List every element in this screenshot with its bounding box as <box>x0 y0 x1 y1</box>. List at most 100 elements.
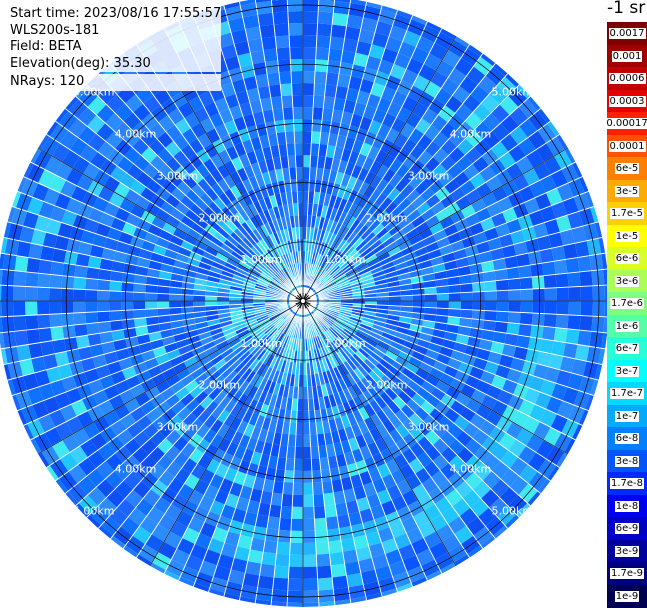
ray-cell <box>169 294 182 301</box>
ray-cell <box>303 566 318 579</box>
ray-cell <box>259 24 276 39</box>
ray-cell <box>579 270 593 287</box>
ray-cell <box>330 24 347 39</box>
ray-cell <box>25 271 39 288</box>
ray-cell <box>565 257 580 274</box>
ray-cell <box>257 575 274 590</box>
ray-cell <box>275 553 290 567</box>
ray-cell <box>314 71 327 85</box>
ray-cell <box>316 35 331 49</box>
ray-cell <box>272 11 289 25</box>
nrays-label: NRays: 120 <box>10 74 222 91</box>
ray-cell <box>49 313 63 328</box>
ray-cell <box>328 48 343 62</box>
ray-cell <box>272 577 289 591</box>
ray-cell <box>49 301 62 315</box>
ray-cell <box>85 301 98 313</box>
ray-cell <box>263 540 278 554</box>
ppi-scan-plot: 1.00km 1.00km 1.00km 1.00km 2.00km 2.00km 2.00… <box>0 0 607 607</box>
ray-cell <box>276 541 291 555</box>
ray-cell <box>472 301 485 311</box>
ray-cell <box>50 326 64 341</box>
colorbar-level: 3e-6 <box>607 269 647 293</box>
colorbar-level: 3e-8 <box>607 449 647 473</box>
ray-cell <box>508 289 521 301</box>
ray-cell <box>303 518 315 531</box>
ray-cell <box>332 12 349 27</box>
colorbar-level: 1e-9 <box>607 584 647 608</box>
ray-cell <box>73 277 87 290</box>
colorbar-label: 0.001 <box>611 50 643 62</box>
ray-cell <box>13 301 26 317</box>
ray-cell <box>25 314 39 331</box>
ray-cell <box>13 315 27 332</box>
ray-cell <box>303 578 319 591</box>
colorbar-level: 1e-5 <box>607 224 647 248</box>
ray-cell <box>332 575 349 590</box>
ray-cell <box>279 517 292 531</box>
ray-cell <box>313 505 326 519</box>
ray-cell <box>317 577 334 591</box>
colorbar-label: 1e-8 <box>614 500 640 512</box>
ray-cell <box>49 287 62 301</box>
ray-cell <box>542 261 556 276</box>
ray-cell <box>289 47 303 60</box>
ray-cell <box>580 285 593 301</box>
ray-cell <box>280 505 293 519</box>
ray-cell <box>303 0 319 12</box>
ray-cell <box>568 301 581 316</box>
ray-cell <box>519 277 533 290</box>
ray-cell <box>97 311 111 323</box>
ray-cell <box>543 313 557 328</box>
ray-cell <box>281 95 293 109</box>
ring-label: 5.00km <box>73 504 115 517</box>
ray-cell <box>294 458 303 471</box>
ray-cell <box>290 530 303 543</box>
ray-cell <box>303 494 314 507</box>
ring-label: 3.00km <box>157 421 199 434</box>
ray-cell <box>577 330 592 347</box>
colorbar-label: 6e-8 <box>614 433 640 444</box>
ray-cell <box>133 292 146 301</box>
ring-label: 4.00km <box>450 128 492 141</box>
ray-cell <box>568 286 581 301</box>
ray-cell <box>121 309 134 320</box>
colorbar-level: 1e-7 <box>607 404 647 428</box>
colorbar-level: 3e-9 <box>607 539 647 563</box>
ring-label: 1.00km <box>240 337 282 350</box>
ray-cell <box>287 0 303 12</box>
ring-label: 1.00km <box>324 253 366 266</box>
ray-cell <box>303 554 317 567</box>
ray-cell <box>303 35 317 48</box>
ray-cell <box>472 282 485 293</box>
instrument-label: WLS200s-181 <box>10 22 222 39</box>
colorbar-level: 1.7e-6 <box>607 292 647 315</box>
colorbar-label: 0.00017 <box>605 118 647 129</box>
colorbar-label: 6e-5 <box>614 163 640 174</box>
ray-cell <box>85 278 99 291</box>
ray-cell <box>277 529 291 543</box>
ray-cell <box>303 143 312 156</box>
ray-cell <box>273 23 290 37</box>
ray-cell <box>531 313 545 327</box>
ray-cell <box>38 259 53 275</box>
ray-cell <box>448 301 461 310</box>
ray-cell <box>61 301 74 314</box>
ray-cell <box>291 518 303 531</box>
ray-cell <box>303 155 311 168</box>
ray-cell <box>495 311 509 323</box>
colorbar-level: 0.0003 <box>607 89 647 113</box>
ray-cell <box>294 446 303 459</box>
ring-label: 2.00km <box>366 211 408 224</box>
ray-cell <box>295 434 303 447</box>
ray-cell <box>542 326 556 341</box>
ray-cell <box>312 107 324 120</box>
colorbar-label: 1.7e-7 <box>609 388 645 399</box>
ray-cell <box>121 291 134 301</box>
colorbar-label: 0.0006 <box>608 73 646 84</box>
ray-cell <box>37 314 51 329</box>
ray-cell <box>109 280 122 292</box>
ray-cell <box>303 434 311 447</box>
ray-cell <box>567 271 581 288</box>
ray-cell <box>121 301 134 311</box>
